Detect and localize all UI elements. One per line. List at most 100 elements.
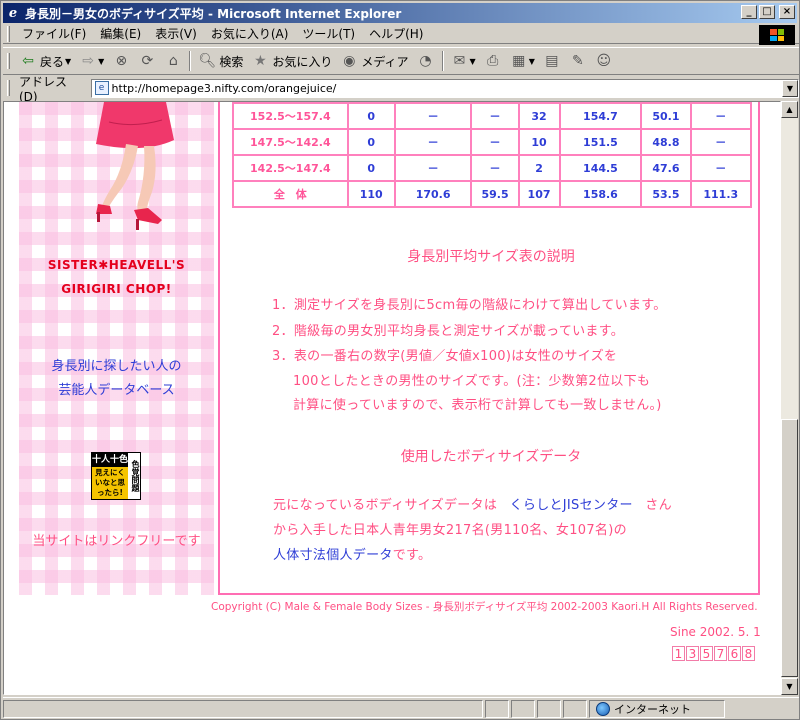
address-input[interactable]: e http://homepage3.nifty.com/orangejuice…: [90, 78, 799, 98]
counter-digit: 3: [686, 646, 699, 661]
table-cell: 147.5～142.4: [232, 128, 349, 156]
copyright-text: 2002-2003 Kaori.H All Rights Reserved.: [547, 601, 758, 613]
media-button[interactable]: ◉ メディア: [336, 52, 412, 70]
status-panel: [563, 699, 587, 718]
table-cell: －: [689, 154, 753, 182]
messenger-button[interactable]: ☺: [591, 52, 617, 70]
table-cell: 142.5～147.4: [232, 154, 349, 182]
status-panel: [485, 699, 509, 718]
table-cell: 48.8: [640, 128, 692, 156]
title-bar: e 身長別－男女のボディサイズ平均 - Microsoft Internet E…: [3, 3, 797, 23]
table-cell: 10: [517, 128, 561, 156]
vertical-scrollbar[interactable]: ▲ ▼: [781, 101, 798, 695]
main-content: 152.5～157.4 0 － － 32 154.7 50.1 － 147.5～…: [218, 102, 760, 595]
mail-dropdown-icon[interactable]: ▼: [470, 57, 476, 66]
status-panel: [537, 699, 561, 718]
menu-edit[interactable]: 編集(E): [93, 25, 148, 42]
status-text-panel: [3, 699, 483, 718]
counter-digit: 7: [714, 646, 727, 661]
table-cell: －: [689, 128, 753, 156]
windows-logo-icon: [759, 25, 795, 45]
menu-favorites[interactable]: お気に入り(A): [204, 25, 296, 42]
table-row: 142.5～147.4 0 － － 2 144.5 47.6 －: [232, 154, 753, 182]
source-heading: 使用したボディサイズデータ: [400, 449, 582, 465]
status-bar: インターネット: [3, 697, 799, 719]
explanation-line-5: 計算に使っていますので、表示桁で計算しても一致しません。): [293, 398, 662, 413]
explanation-heading: 身長別平均サイズ表の説明: [407, 249, 575, 265]
toolbar-grip[interactable]: [7, 25, 10, 42]
source-line-1: 元になっているボディサイズデータは くらしとJISセンター さん: [273, 494, 672, 513]
celebrity-db-link-line1[interactable]: 身長別に探したい人の: [19, 355, 214, 374]
body-size-table: 152.5～157.4 0 － － 32 154.7 50.1 － 147.5～…: [232, 102, 753, 208]
scroll-thumb[interactable]: [781, 419, 798, 677]
forward-button[interactable]: ⇨ ▼: [75, 52, 108, 70]
edit-icon: ▦: [512, 53, 526, 69]
table-cell: 47.6: [640, 154, 692, 182]
color-vision-banner[interactable]: 十人十色 見えにくいなと思ったら! 色覚問題: [91, 452, 141, 500]
media-label: メディア: [361, 54, 409, 69]
copyright-site-link[interactable]: 身長別ボディサイズ平均: [433, 601, 547, 613]
page-viewport: SISTER✱HEAVELL'S GIRIGIRI CHOP! 身長別に探したい…: [3, 101, 781, 695]
history-button[interactable]: ◔: [413, 52, 439, 70]
favorites-button[interactable]: ★ お気に入り: [247, 52, 336, 70]
mail-button[interactable]: ✉ ▼: [447, 52, 480, 70]
home-icon: ⌂: [168, 53, 178, 69]
back-dropdown-icon[interactable]: ▼: [65, 57, 71, 66]
edit-button[interactable]: ▦ ▼: [506, 52, 539, 70]
minimize-button[interactable]: _: [741, 5, 757, 19]
toolbar-grip[interactable]: [7, 53, 10, 69]
table-cell: 全 体: [232, 180, 349, 208]
menu-help[interactable]: ヘルプ(H): [362, 25, 430, 42]
forward-dropdown-icon[interactable]: ▼: [98, 57, 104, 66]
table-cell: －: [470, 154, 520, 182]
status-panel: [511, 699, 535, 718]
table-cell: 0: [346, 128, 396, 156]
stop-button[interactable]: ⊗: [108, 52, 134, 70]
menu-file[interactable]: ファイル(F): [15, 25, 93, 42]
back-button[interactable]: ⇦ 戻る ▼: [15, 52, 75, 70]
table-cell: －: [393, 102, 473, 130]
table-row: 147.5～142.4 0 － － 10 151.5 48.8 －: [232, 128, 753, 156]
table-cell: 144.5: [558, 154, 643, 182]
table-cell: 59.5: [470, 180, 520, 208]
explanation-line-1: 1．測定サイズを身長別に5cm毎の階級にわけて算出しています。: [272, 298, 667, 313]
address-label: アドレス(D): [18, 74, 67, 104]
table-cell: 0: [346, 154, 396, 182]
table-cell: －: [393, 154, 473, 182]
security-zone-panel: インターネット: [589, 699, 725, 718]
table-cell: －: [470, 102, 520, 130]
source-text: 元になっているボディサイズデータは: [273, 498, 498, 513]
individual-data-link[interactable]: 人体寸法個人データ: [273, 548, 393, 563]
zone-label: インターネット: [614, 702, 691, 716]
mascot-legs-illustration: [96, 102, 174, 230]
table-cell: 158.6: [558, 180, 643, 208]
discuss-button[interactable]: ▤: [539, 52, 565, 70]
jis-center-link[interactable]: くらしとJISセンター: [510, 498, 633, 513]
favorites-label: お気に入り: [272, 54, 333, 69]
address-url[interactable]: http://homepage3.nifty.com/orangejuice/: [112, 82, 337, 95]
counter-digit: 8: [742, 646, 755, 661]
celebrity-db-link-line2[interactable]: 芸能人データベース: [19, 379, 214, 398]
print-button[interactable]: ⎙: [480, 52, 506, 70]
table-cell: 2: [517, 154, 561, 182]
refresh-button[interactable]: ⟳: [134, 52, 160, 70]
site-name-line1: SISTER✱HEAVELL'S: [47, 258, 186, 272]
scroll-down-icon[interactable]: ▼: [781, 678, 798, 695]
close-button[interactable]: ×: [779, 5, 795, 19]
research-button[interactable]: ✎: [565, 52, 591, 70]
browser-window: e 身長別－男女のボディサイズ平均 - Microsoft Internet E…: [0, 0, 800, 720]
toolbar-grip[interactable]: [7, 80, 10, 96]
messenger-icon: ☺: [596, 53, 612, 69]
edit-dropdown-icon[interactable]: ▼: [529, 57, 535, 66]
home-button[interactable]: ⌂: [160, 52, 186, 70]
table-cell: 53.5: [640, 180, 692, 208]
source-line-2: から入手した日本人青年男女217名(男110名、女107名)の: [273, 523, 627, 538]
maximize-button[interactable]: □: [759, 5, 775, 19]
search-button[interactable]: 🔍︎ 検索: [194, 52, 247, 70]
menu-tools[interactable]: ツール(T): [295, 25, 362, 42]
source-text: さん: [645, 498, 672, 513]
address-dropdown-icon[interactable]: ▼: [782, 79, 798, 97]
menu-view[interactable]: 表示(V): [148, 25, 204, 42]
scroll-up-icon[interactable]: ▲: [781, 101, 798, 118]
table-cell: 50.1: [640, 102, 692, 130]
